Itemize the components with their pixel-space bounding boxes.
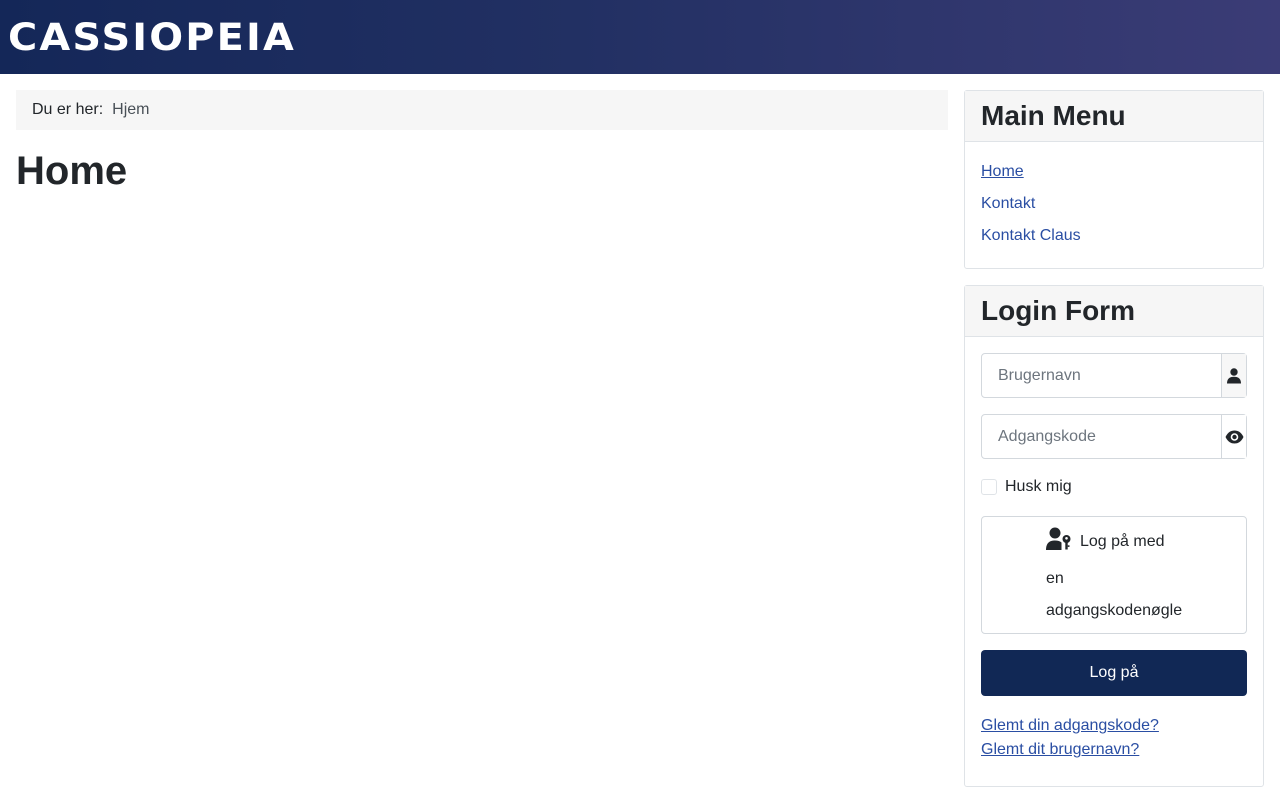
login-form-card: Login Form Brugernavn Husk mig Log på me… [964,285,1264,787]
eye-icon[interactable] [1221,415,1246,458]
menu-item: Kontakt [981,188,1247,220]
menu-link-kontakt-claus[interactable]: Kontakt Claus [981,227,1081,245]
remember-checkbox[interactable] [981,479,997,495]
list-item: Glemt din adgangskode? [981,714,1247,738]
main-menu-list: Home Kontakt Kontakt Claus [981,156,1247,252]
user-icon [1221,354,1246,397]
remember-row: Husk mig [981,475,1247,499]
page-container: Du er her: Hjem Home Main Menu Home Kont… [0,74,1280,800]
breadcrumb-item-home: Hjem [112,101,150,118]
main-content: Du er her: Hjem Home [16,90,948,193]
username-group [981,353,1247,398]
password-input[interactable] [982,415,1221,458]
password-group [981,414,1247,459]
login-form-title: Login Form [965,286,1263,337]
page-title: Home [16,149,128,193]
brand-logo[interactable]: CASSIOPEIA [8,19,298,55]
forgot-username-link[interactable]: Glemt dit brugernavn? [981,741,1139,759]
brand-logo-image: CASSIOPEIA [8,19,296,55]
login-button[interactable]: Log på [981,650,1247,696]
remember-label[interactable]: Husk mig [1005,478,1072,496]
main-menu-body: Home Kontakt Kontakt Claus [965,142,1263,268]
menu-item: Home [981,156,1247,188]
list-item: Glemt dit brugernavn? [981,738,1247,762]
site-header: CASSIOPEIA [0,0,1280,74]
main-menu-title: Main Menu [965,91,1263,142]
menu-link-home[interactable]: Home [981,163,1024,181]
menu-item: Kontakt Claus [981,220,1247,252]
login-help-links: Glemt din adgangskode? Glemt dit brugern… [981,714,1247,762]
breadcrumb: Du er her: Hjem [16,90,948,130]
menu-link-kontakt[interactable]: Kontakt [981,195,1035,213]
main-menu-card: Main Menu Home Kontakt Kontakt Claus [964,90,1264,269]
svg-text:CASSIOPEIA: CASSIOPEIA [8,19,296,55]
user-key-icon [1046,527,1072,563]
forgot-password-link[interactable]: Glemt din adgangskode? [981,717,1159,735]
login-form-body: Husk mig Log på med en adgangskodenøgle [965,337,1263,786]
breadcrumb-label: Du er her: [32,101,104,118]
sidebar: Main Menu Home Kontakt Kontakt Claus Log… [964,90,1264,800]
username-input[interactable] [982,354,1221,397]
passkey-login-button[interactable]: Log på med en adgangskodenøgle [981,516,1247,634]
